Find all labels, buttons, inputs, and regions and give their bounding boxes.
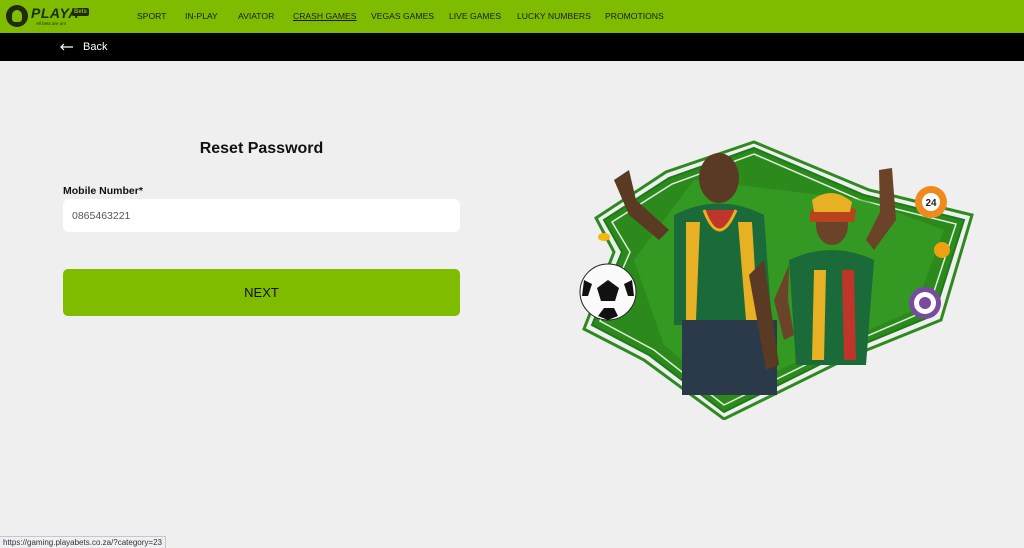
sub-nav-bar — [0, 33, 1024, 61]
lion-logo-icon — [6, 5, 28, 27]
nav-item-vegas-games[interactable]: VEGAS GAMES — [371, 11, 434, 21]
brand-tagline: All bets are on! — [36, 21, 67, 26]
poker-chip-icon — [909, 287, 941, 319]
soccer-ball-icon — [579, 263, 637, 321]
promo-illustration: 24 — [579, 140, 974, 420]
lottery-ball-number: 24 — [925, 198, 937, 209]
back-label: Back — [83, 41, 108, 53]
nav-item-promotions[interactable]: PROMOTIONS — [605, 11, 664, 21]
back-button[interactable]: Back — [60, 40, 107, 54]
mobile-number-input[interactable] — [63, 199, 460, 232]
nav-item-crash-games[interactable]: CRASH GAMES — [293, 11, 357, 21]
nav-item-lucky-numbers[interactable]: LUCKY NUMBERS — [517, 11, 591, 21]
brand-tag: Bets — [72, 8, 90, 16]
arrow-left-icon — [60, 43, 73, 51]
nav-item-sport[interactable]: SPORT — [137, 11, 166, 21]
small-ball-icon — [934, 242, 950, 258]
nav-item-in-play[interactable]: IN-PLAY — [185, 11, 218, 21]
status-bar-url: https://gaming.playabets.co.za/?category… — [0, 536, 166, 548]
page-title: Reset Password — [199, 140, 324, 157]
nav-item-aviator[interactable]: AVIATOR — [238, 11, 274, 21]
mobile-number-label: Mobile Number* — [63, 185, 143, 197]
next-button[interactable]: NEXT — [63, 269, 460, 316]
coin-icon — [598, 233, 610, 241]
lottery-ball-icon: 24 — [915, 186, 947, 218]
top-nav-bar: PLAYA Bets All bets are on! SPORT IN-PLA… — [0, 0, 1024, 33]
hexagon-backdrop — [582, 140, 974, 420]
nav-item-live-games[interactable]: LIVE GAMES — [449, 11, 501, 21]
brand-logo[interactable]: PLAYA Bets All bets are on! — [6, 4, 102, 30]
